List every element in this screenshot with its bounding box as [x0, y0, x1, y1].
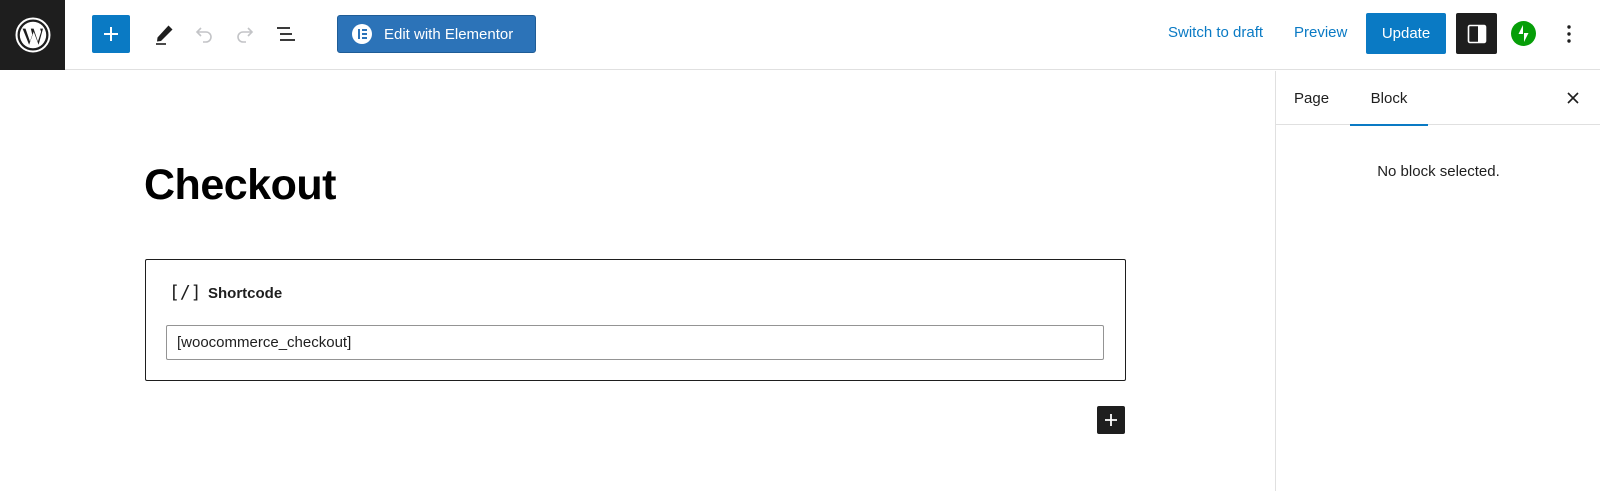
- switch-to-draft-button[interactable]: Switch to draft: [1168, 24, 1263, 41]
- redo-icon: [237, 27, 254, 43]
- editor-header: Edit with Elementor Switch to draft Prev…: [0, 0, 1600, 70]
- more-vertical-icon: [1567, 25, 1571, 43]
- more-options-button[interactable]: [1557, 20, 1581, 48]
- close-sidebar-button[interactable]: [1561, 86, 1585, 110]
- shortcode-icon: [/]: [169, 282, 202, 303]
- plus-icon: [104, 27, 118, 41]
- shortcode-input[interactable]: [166, 325, 1104, 360]
- block-inserter-button[interactable]: [1097, 406, 1125, 434]
- jetpack-icon: [1518, 25, 1529, 42]
- list-view-icon: [277, 27, 295, 41]
- elementor-icon: [352, 24, 372, 44]
- tools-button[interactable]: [145, 15, 183, 53]
- jetpack-button[interactable]: [1511, 21, 1536, 46]
- shortcode-block[interactable]: [/] Shortcode: [145, 259, 1126, 381]
- tab-block[interactable]: Block: [1350, 71, 1428, 126]
- edit-with-elementor-label: Edit with Elementor: [384, 25, 514, 43]
- page-title[interactable]: Checkout: [144, 161, 336, 210]
- plus-icon: [1105, 414, 1117, 426]
- wordpress-logo-button[interactable]: [0, 0, 65, 70]
- wordpress-logo-icon: [15, 17, 50, 53]
- undo-icon: [195, 27, 212, 43]
- no-block-selected-message: No block selected.: [1377, 163, 1500, 180]
- update-button[interactable]: Update: [1366, 13, 1446, 54]
- sidebar-toggle-icon: [1467, 24, 1486, 43]
- shortcode-label: Shortcode: [208, 285, 283, 302]
- tab-page[interactable]: Page: [1294, 71, 1329, 125]
- add-block-button[interactable]: [92, 15, 130, 53]
- close-icon: [1567, 92, 1579, 104]
- edit-with-elementor-button[interactable]: Edit with Elementor: [337, 15, 536, 53]
- pen-icon: [156, 25, 173, 45]
- editor-canvas: Checkout [/] Shortcode: [0, 71, 1275, 491]
- preview-button[interactable]: Preview: [1294, 24, 1347, 41]
- undo-button[interactable]: [185, 15, 223, 53]
- redo-button[interactable]: [226, 15, 264, 53]
- sidebar-tabs: Page Block: [1276, 71, 1600, 126]
- settings-toggle-button[interactable]: [1456, 13, 1497, 54]
- list-view-button[interactable]: [267, 15, 305, 53]
- settings-sidebar: Page Block No block selected.: [1275, 71, 1600, 491]
